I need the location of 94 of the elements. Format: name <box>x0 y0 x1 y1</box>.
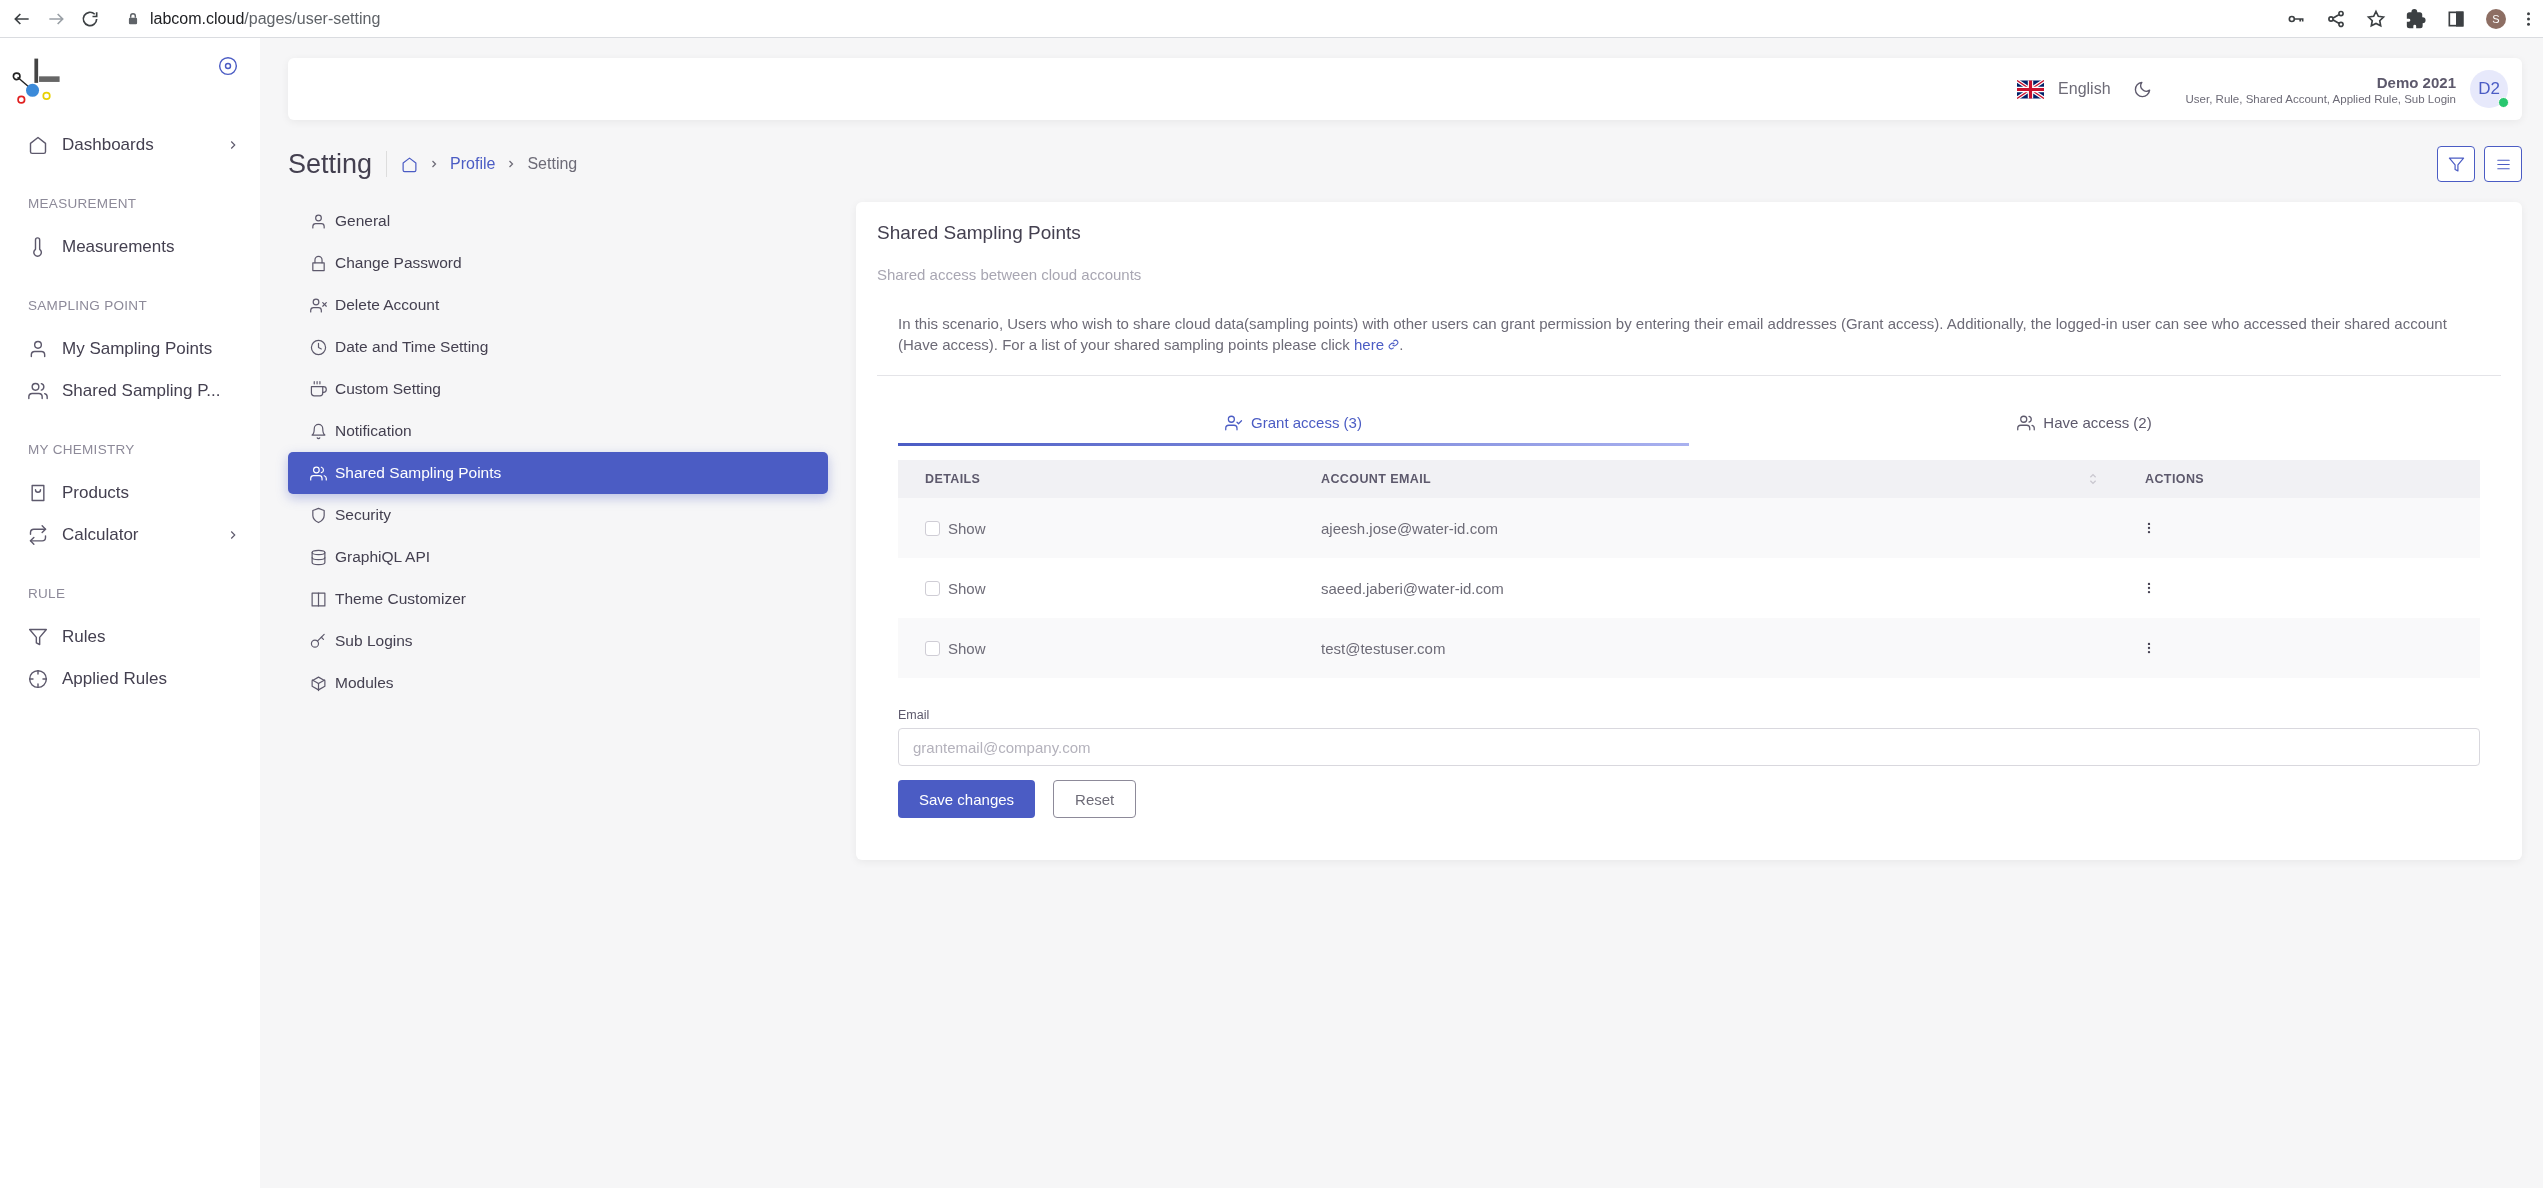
home-icon[interactable] <box>401 155 419 173</box>
section-heading: RULE <box>28 586 67 603</box>
email-cell-text: saeed.jaberi@water-id.com <box>1320 579 1505 597</box>
cube-icon <box>310 674 327 692</box>
tab[interactable]: Grant access (3) <box>898 402 1689 446</box>
settings-menu-item[interactable]: Shared Sampling Points <box>288 452 828 494</box>
people-icon <box>310 464 327 482</box>
language-label[interactable]: English <box>2058 80 2111 98</box>
sidebar-item[interactable]: Rules <box>28 616 260 658</box>
settings-menu-item[interactable]: Modules <box>288 662 828 704</box>
target-icon[interactable] <box>218 56 238 76</box>
settings-menu-item[interactable]: Notification <box>288 410 828 452</box>
lock-icon <box>310 254 327 272</box>
here-link[interactable]: here <box>1354 336 1400 353</box>
breadcrumb-link[interactable]: Profile <box>450 155 496 173</box>
lock-icon <box>126 11 140 26</box>
more-icon[interactable] <box>2526 9 2531 28</box>
puzzle-icon[interactable] <box>2406 8 2426 29</box>
description-text: In this scenario, Users who wish to share cloud data(sampling points) with other users can grant permission by entering their email addresses (Grant access). Additionally, the logged-in user can see who accessed their shared account (Have access). For a list of your shared sampling points please click here . <box>898 314 2448 355</box>
columns-icon <box>310 590 327 608</box>
settings-menu-item[interactable]: Custom Setting <box>288 368 828 410</box>
page-title: Setting <box>288 148 373 180</box>
home-icon <box>28 135 48 155</box>
settings-menu-item[interactable]: Delete Account <box>288 284 828 326</box>
settings-menu-item[interactable]: Theme Customizer <box>288 578 828 620</box>
database-icon <box>310 548 327 566</box>
sidebar-item[interactable]: Products <box>28 472 260 514</box>
share-icon[interactable] <box>2326 8 2346 29</box>
breadcrumb-current: Setting <box>527 155 578 173</box>
section-heading: MY CHEMISTRY <box>28 442 136 459</box>
settings-menu-item[interactable]: Date and Time Setting <box>288 326 828 368</box>
key-icon <box>310 632 327 650</box>
reload-icon[interactable] <box>80 8 100 29</box>
menu-button[interactable] <box>2484 146 2522 182</box>
cup-icon <box>310 380 327 398</box>
checkbox[interactable] <box>925 640 940 656</box>
profile-avatar[interactable]: S <box>2486 8 2506 29</box>
person-check-icon <box>1225 413 1244 432</box>
settings-menu-item[interactable]: Sub Logins <box>288 620 828 662</box>
email-cell-text: ajeesh.jose@water-id.com <box>1320 519 1499 537</box>
more-icon[interactable] <box>2147 521 2151 535</box>
shield-icon <box>310 506 327 524</box>
sidebar-item[interactable]: Measurements <box>28 226 260 268</box>
flag-icon[interactable] <box>2017 79 2045 99</box>
url-text: labcom.cloud/pages/user-setting <box>150 9 381 28</box>
sidebar-item[interactable]: Calculator <box>28 514 260 556</box>
star-icon[interactable] <box>2366 8 2386 29</box>
section-heading: MEASUREMENT <box>28 196 138 213</box>
more-icon[interactable] <box>2147 641 2151 655</box>
save-button[interactable]: Save changes <box>898 780 1036 818</box>
settings-menu-item[interactable]: GraphiQL API <box>288 536 828 578</box>
sidebar-item[interactable]: My Sampling Points <box>28 328 260 370</box>
checkbox[interactable] <box>925 520 940 536</box>
checkbox[interactable] <box>925 580 940 596</box>
settings-menu-item[interactable]: Change Password <box>288 242 828 284</box>
user-roles: User, Rule, Shared Account, Applied Rule, Sub Login <box>2185 92 2456 105</box>
filter-icon <box>28 627 48 647</box>
settings-menu-item[interactable]: Security <box>288 494 828 536</box>
link-icon <box>1388 339 1400 350</box>
user-name: Demo 2021 <box>2376 73 2456 91</box>
arrows-icon <box>28 525 48 545</box>
crosshair-icon <box>28 669 48 689</box>
checkbox-label: Show <box>948 519 986 537</box>
tab[interactable]: Have access (2) <box>1689 402 2480 446</box>
people-icon <box>28 381 48 401</box>
moon-icon[interactable] <box>2132 79 2152 99</box>
more-icon[interactable] <box>2147 581 2151 595</box>
sidebar-item[interactable]: Shared Sampling P... <box>28 370 260 412</box>
section-heading: SAMPLING POINT <box>28 298 148 315</box>
card-subtitle: Shared access between cloud accounts <box>877 266 1143 283</box>
settings-menu-item[interactable]: General <box>288 200 828 242</box>
column-header: ACTIONS <box>2144 472 2206 486</box>
people-icon <box>2017 413 2036 432</box>
column-header: ACCOUNT EMAIL <box>1321 472 1432 486</box>
card-title: Shared Sampling Points <box>877 222 1082 244</box>
email-cell-text: test@testuser.com <box>1320 639 1447 657</box>
sidebar-item[interactable]: Applied Rules <box>28 658 260 700</box>
filter-icon <box>2447 155 2465 173</box>
clock-icon <box>310 338 327 356</box>
field-label: Email <box>898 708 931 722</box>
sidebar-item[interactable]: Dashboards <box>28 124 260 166</box>
person-icon <box>310 212 327 230</box>
checkbox-label: Show <box>948 639 986 657</box>
user-avatar[interactable]: D2 <box>2470 70 2508 108</box>
person-icon <box>28 339 48 359</box>
column-header: DETAILS <box>924 472 982 486</box>
bag-icon <box>28 483 48 503</box>
address-bar[interactable]: labcom.cloud/pages/user-setting <box>114 3 393 34</box>
email-field[interactable]: grantemail@company.com <box>898 728 2480 766</box>
filter-button[interactable] <box>2437 146 2475 182</box>
reset-button[interactable]: Reset <box>1053 780 1137 818</box>
person-x-icon <box>310 296 327 314</box>
bell-icon <box>310 422 327 440</box>
checkbox-label: Show <box>948 579 986 597</box>
